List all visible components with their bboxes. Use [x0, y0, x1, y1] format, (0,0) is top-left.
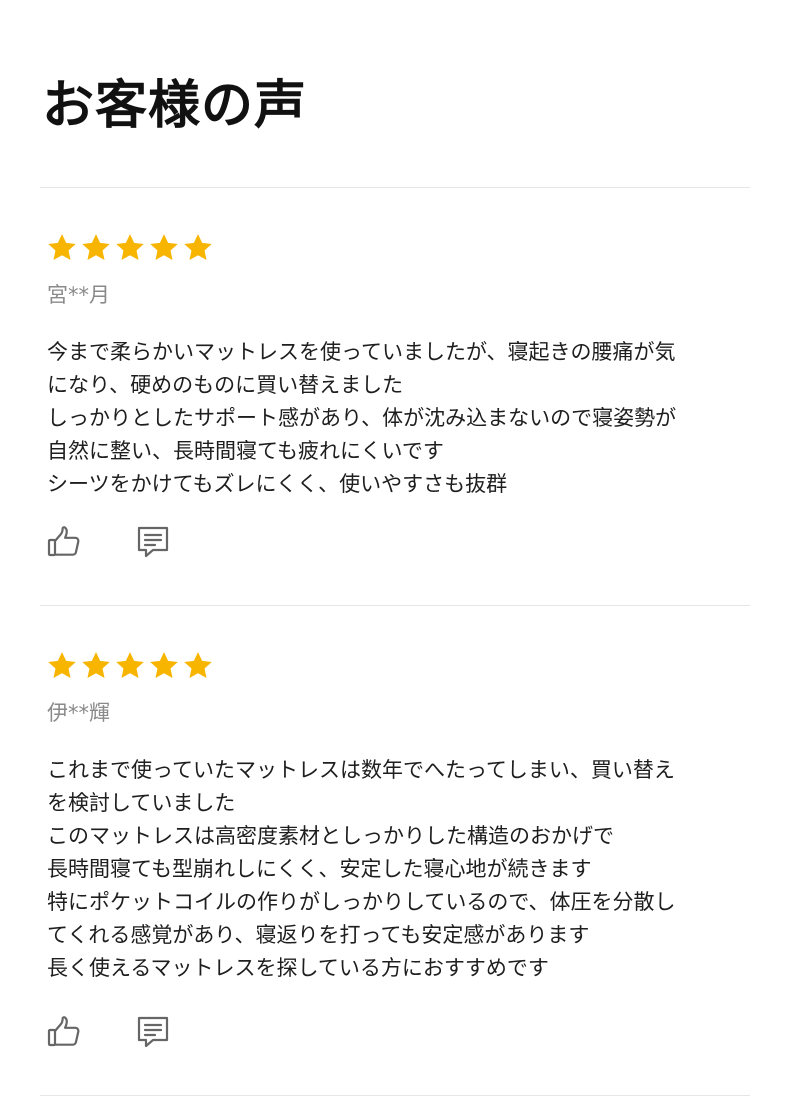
comment-icon[interactable] [135, 524, 171, 560]
review-line: 今まで柔らかいマットレスを使っていましたが、寝起きの腰痛が気 [47, 340, 676, 364]
review-line: 長時間寝ても型崩れしにくく、安定した寝心地が続きます [47, 857, 592, 881]
star-rating [46, 650, 214, 684]
review-line: 長く使えるマットレスを探している方におすすめです [47, 956, 549, 980]
reviewer-name: 宮**月 [47, 283, 110, 307]
star-icon [148, 232, 180, 264]
review-line: シーツをかけてもズレにくく、使いやすさも抜群 [47, 472, 508, 496]
star-rating [46, 232, 214, 266]
review-actions [47, 1014, 171, 1054]
thumbs-up-icon[interactable] [47, 1014, 83, 1050]
star-icon [182, 232, 214, 264]
comment-icon[interactable] [135, 1014, 171, 1050]
reviewer-name: 伊**輝 [47, 701, 110, 725]
star-icon [46, 232, 78, 264]
star-icon [80, 650, 112, 682]
review-line: しっかりとしたサポート感があり、体が沈み込まないので寝姿勢が [47, 406, 677, 430]
review-actions [47, 524, 171, 564]
review-line: てくれる感覚があり、寝返りを打っても安定感があります [47, 923, 590, 947]
reviews-page: お客様の声 宮**月 今まで柔らかいマットレスを使っていましたが、寝起きの腰痛が… [40, 0, 750, 1100]
divider [40, 1095, 750, 1096]
review-text: これまで使っていたマットレスは数年でへたってしまい、買い替え を検討していました… [47, 754, 747, 985]
star-icon [80, 232, 112, 264]
review-line: 特にポケットコイルの作りがしっかりしているので、体圧を分散し [47, 890, 676, 914]
divider [40, 187, 750, 188]
divider [40, 605, 750, 606]
star-icon [114, 650, 146, 682]
star-icon [148, 650, 180, 682]
page-title: お客様の声 [42, 76, 308, 136]
review-line: になり、硬めのものに買い替えました [47, 373, 404, 397]
review-line: を検討していました [47, 791, 236, 815]
review-line: これまで使っていたマットレスは数年でへたってしまい、買い替え [47, 758, 675, 782]
thumbs-up-icon[interactable] [47, 524, 83, 560]
star-icon [182, 650, 214, 682]
review-line: このマットレスは高密度素材としっかりした構造のおかげで [47, 824, 614, 848]
review-text: 今まで柔らかいマットレスを使っていましたが、寝起きの腰痛が気 になり、硬めのもの… [47, 336, 747, 501]
star-icon [46, 650, 78, 682]
star-icon [114, 232, 146, 264]
review-line: 自然に整い、長時間寝ても疲れにくいです [47, 439, 444, 463]
